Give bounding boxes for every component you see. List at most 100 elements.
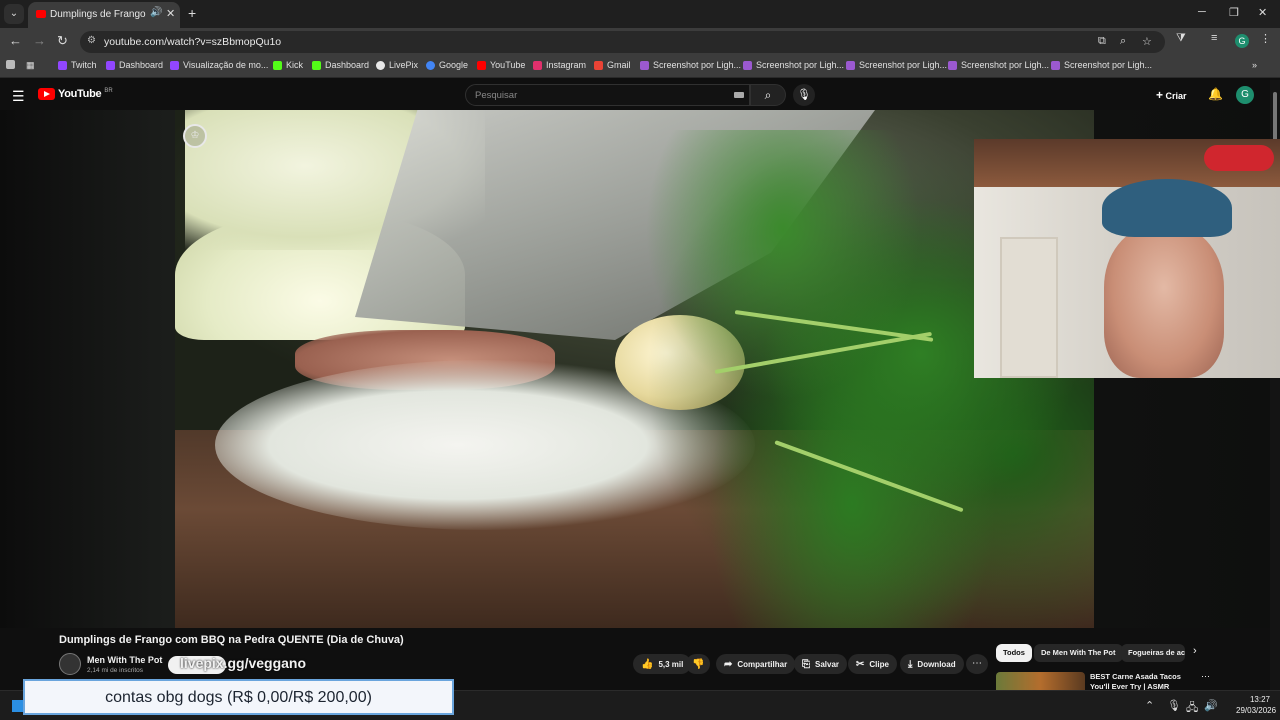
- more-actions-icon[interactable]: ⋯: [966, 654, 988, 674]
- browser-menu-icon[interactable]: ⋮: [1260, 32, 1271, 45]
- browser-tab-active[interactable]: Dumplings de Frango com BBQ na Pedra QUE…: [28, 2, 180, 28]
- close-window-icon[interactable]: ✕: [1258, 6, 1267, 19]
- dislike-button[interactable]: 👎: [686, 654, 711, 674]
- keyboard-icon[interactable]: [734, 92, 744, 98]
- bookmark-label: Twitch: [71, 60, 97, 70]
- profile-avatar[interactable]: G: [1235, 34, 1249, 48]
- network-icon[interactable]: 🖧: [1186, 699, 1198, 718]
- notifications-bell-icon[interactable]: 🔔: [1208, 87, 1223, 101]
- youtube-logo[interactable]: YouTube BR: [38, 88, 113, 100]
- video-frame[interactable]: ♔: [175, 110, 1094, 628]
- microphone-icon[interactable]: 🎙: [1167, 699, 1181, 712]
- create-button[interactable]: + Criar: [1156, 88, 1187, 102]
- bookmark-item[interactable]: Dashboard: [106, 60, 163, 70]
- bookmark-star-icon[interactable]: ☆: [1142, 35, 1152, 48]
- reload-icon[interactable]: ↻: [57, 33, 68, 49]
- bookmark-item[interactable]: Screenshot por Ligh...: [1051, 60, 1152, 70]
- channel-watermark-icon[interactable]: ♔: [183, 124, 207, 148]
- back-icon[interactable]: ←: [9, 33, 22, 48]
- bookmarks-bar: ▦ Twitch Dashboard Visualização de mo...…: [0, 56, 1280, 78]
- site-info-icon[interactable]: ⚙: [87, 35, 96, 46]
- bookmark-item[interactable]: LivePix: [376, 60, 418, 70]
- bookmark-item[interactable]: Dashboard: [312, 60, 369, 70]
- recommended-title[interactable]: BEST Carne Asada Tacos You'll Ever Try |…: [1090, 672, 1195, 690]
- bookmark-item[interactable]: Screenshot por Ligh...: [640, 60, 741, 70]
- voice-search-icon[interactable]: 🎙: [793, 84, 815, 106]
- chip-todos[interactable]: Todos: [996, 644, 1032, 662]
- channel-name[interactable]: Men With The Pot: [87, 655, 162, 665]
- new-tab-button[interactable]: +: [188, 5, 196, 21]
- bookmark-item[interactable]: Instagram: [533, 60, 586, 70]
- chip-channel[interactable]: De Men With The Pot: [1034, 644, 1123, 662]
- bookmark-folder-icon[interactable]: [6, 60, 15, 69]
- clip-button[interactable]: ✂ Clipe: [848, 654, 897, 674]
- channel-subscribers: 2,14 mi de inscritos: [87, 667, 143, 674]
- streamer-webcam: [974, 139, 1280, 378]
- install-app-icon[interactable]: ⧉: [1098, 35, 1106, 48]
- bookmark-lightshot-icon: [948, 60, 957, 70]
- apps-grid-icon[interactable]: ▦: [26, 60, 35, 71]
- volume-icon[interactable]: 🔊: [1204, 699, 1218, 712]
- share-label: Compartilhar: [737, 659, 788, 669]
- menu-hamburger-icon[interactable]: ☰: [12, 88, 25, 105]
- download-icon: ⤓: [908, 658, 913, 670]
- search-button[interactable]: ⌕: [750, 84, 786, 106]
- recommended-more-icon[interactable]: ⋯: [1201, 671, 1210, 682]
- omnibox[interactable]: ⚙ youtube.com/watch?v=szBbmopQu1o ⧉ ⌕ ☆: [80, 31, 1165, 53]
- bookmarks-overflow-icon[interactable]: »: [1252, 60, 1257, 70]
- bookmark-item[interactable]: YouTube: [477, 60, 525, 70]
- tab-search-button[interactable]: ⌄: [4, 4, 24, 24]
- youtube-header: ☰ YouTube BR Pesquisar ⌕ 🎙 + Criar 🔔 G: [0, 80, 1270, 110]
- minimize-icon[interactable]: ─: [1198, 6, 1206, 18]
- restore-icon[interactable]: ❐: [1229, 6, 1239, 19]
- browser-tab-bar: ⌄ Dumplings de Frango com BBQ na Pedra Q…: [0, 0, 1280, 28]
- account-avatar[interactable]: G: [1236, 86, 1254, 104]
- bookmark-twitch-icon: [58, 60, 67, 70]
- bookmark-item[interactable]: Screenshot por Ligh...: [846, 60, 947, 70]
- bookmark-item[interactable]: Screenshot por Ligh...: [948, 60, 1049, 70]
- audio-playing-icon[interactable]: 🔊: [150, 7, 162, 18]
- download-button[interactable]: ⤓ Download: [900, 654, 964, 674]
- stream-overlay-command: livepix.gg/veggano: [180, 655, 307, 671]
- youtube-wordmark: YouTube: [58, 88, 102, 100]
- country-code: BR: [104, 88, 113, 94]
- search-placeholder: Pesquisar: [475, 90, 518, 101]
- chip-campfires[interactable]: Fogueiras de acampamento: [1121, 644, 1185, 662]
- donation-goal-banner: contas obg dogs (R$ 0,00/R$ 200,00): [23, 679, 454, 715]
- bookmark-lightshot-icon: [640, 60, 649, 70]
- bookmark-item[interactable]: Gmail: [594, 60, 631, 70]
- bookmark-label: Screenshot por Ligh...: [961, 60, 1050, 70]
- webcam-red-object: [1204, 145, 1274, 171]
- tray-overflow-icon[interactable]: ⌃: [1145, 699, 1154, 712]
- streamer-cap: [1102, 179, 1232, 237]
- bookmark-item[interactable]: Twitch: [58, 60, 97, 70]
- bookmark-lightshot-icon: [846, 60, 855, 70]
- bookmark-item[interactable]: Kick: [273, 60, 303, 70]
- youtube-favicon-icon: [36, 10, 46, 18]
- bookmark-youtube-icon: [477, 60, 486, 70]
- reading-list-icon[interactable]: ≡: [1211, 32, 1217, 44]
- donation-goal-text: contas obg dogs (R$ 0,00/R$ 200,00): [105, 689, 372, 706]
- recommended-thumbnail[interactable]: [996, 672, 1085, 690]
- bookmark-label: Instagram: [546, 60, 587, 70]
- url-text[interactable]: youtube.com/watch?v=szBbmopQu1o: [104, 36, 281, 48]
- share-button[interactable]: ➦ Compartilhar: [716, 654, 796, 674]
- search-input[interactable]: Pesquisar: [465, 84, 750, 106]
- close-tab-icon[interactable]: ✕: [166, 7, 175, 20]
- forward-icon[interactable]: →: [33, 33, 46, 48]
- channel-avatar[interactable]: [59, 653, 81, 675]
- scrollbar-thumb[interactable]: [1273, 92, 1277, 142]
- zoom-icon[interactable]: ⌕: [1120, 35, 1126, 48]
- thumbs-up-icon: 👍: [641, 658, 654, 670]
- bookmark-item[interactable]: Google: [426, 60, 468, 70]
- bookmark-item[interactable]: Visualização de mo...: [170, 60, 268, 70]
- bookmark-twitch-icon: [170, 60, 179, 70]
- bookmark-item[interactable]: Screenshot por Ligh...: [743, 60, 844, 70]
- tab-title: Dumplings de Frango com BBQ na Pedra QUE…: [50, 9, 146, 20]
- system-clock[interactable]: 13:27 29/03/2026: [1236, 694, 1276, 716]
- like-button[interactable]: 👍 5,3 mil: [633, 654, 692, 674]
- bookmark-label: Dashboard: [119, 60, 164, 70]
- chevron-right-icon[interactable]: ›: [1193, 645, 1197, 657]
- save-button[interactable]: ⎘ Salvar: [794, 654, 848, 674]
- extensions-icon[interactable]: ⧩: [1176, 32, 1186, 45]
